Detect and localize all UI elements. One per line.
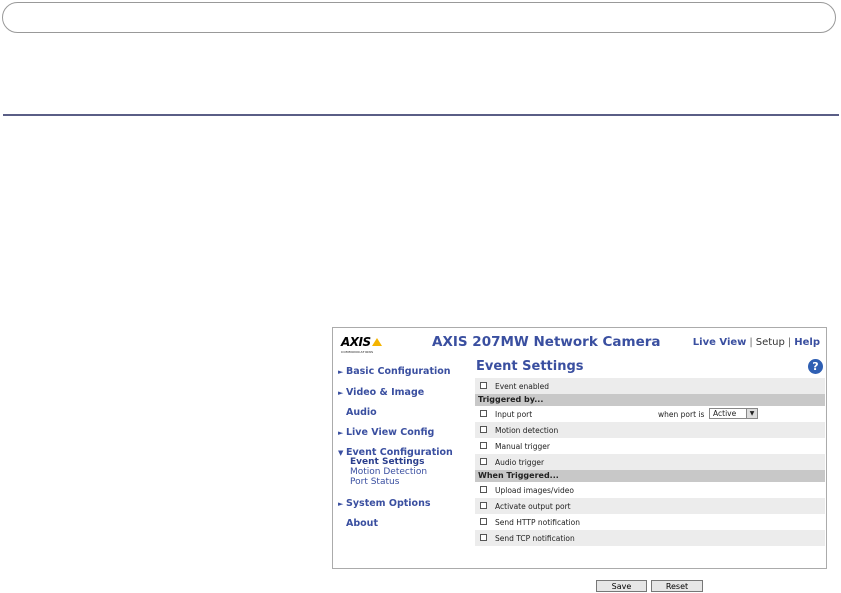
event-settings-panel: Event Settings ? Event enabled Triggered…: [475, 358, 825, 592]
manual-trigger-label: Manual trigger: [495, 442, 550, 451]
nav-label: Live View Config: [346, 427, 435, 438]
input-port-checkbox[interactable]: [480, 410, 487, 417]
when-port-is-label: when port is: [658, 410, 705, 419]
chevron-right-icon: ►: [338, 500, 344, 508]
top-rounded-bar: [2, 2, 836, 33]
live-view-link[interactable]: Live View: [693, 337, 747, 348]
chevron-right-icon: ►: [338, 429, 344, 437]
nav-label: Video & Image: [346, 387, 425, 398]
motion-detection-row: Motion detection: [475, 422, 825, 438]
audio-trigger-checkbox[interactable]: [480, 458, 487, 465]
page-title: Event Settings: [476, 359, 584, 374]
setup-link[interactable]: Setup: [756, 337, 785, 348]
nav-live-view-config[interactable]: ► Live View Config: [338, 427, 434, 438]
camera-header: AXIS COMMUNICATIONS AXIS 207MW Network C…: [333, 328, 826, 358]
upload-label: Upload images/video: [495, 486, 574, 495]
camera-title: AXIS 207MW Network Camera: [432, 334, 661, 350]
event-enabled-row: Event enabled: [475, 378, 825, 394]
nav-video-image[interactable]: ► Video & Image: [338, 387, 424, 398]
event-enabled-checkbox[interactable]: [480, 382, 487, 389]
activate-output-checkbox[interactable]: [480, 502, 487, 509]
link-separator: |: [787, 337, 792, 348]
help-link[interactable]: Help: [794, 337, 820, 348]
send-http-row: Send HTTP notification: [475, 514, 825, 530]
port-state-select[interactable]: Active ▼: [709, 408, 758, 419]
activate-output-label: Activate output port: [495, 502, 571, 511]
nav-label: Audio: [346, 407, 377, 418]
setup-sidebar: ► Basic Configuration ► Video & Image Audi…: [333, 358, 471, 568]
audio-trigger-label: Audio trigger: [495, 458, 545, 467]
port-state-value: Active: [713, 409, 737, 418]
section-label: When Triggered...: [478, 471, 559, 480]
chevron-right-icon: ►: [338, 368, 344, 376]
save-button[interactable]: Save: [596, 580, 647, 592]
send-tcp-row: Send TCP notification: [475, 530, 825, 546]
nav-about[interactable]: About: [346, 518, 378, 529]
audio-trigger-row: Audio trigger: [475, 454, 825, 470]
manual-trigger-row: Manual trigger: [475, 438, 825, 454]
top-links: Live View | Setup | Help: [693, 337, 820, 348]
send-http-checkbox[interactable]: [480, 518, 487, 525]
upload-row: Upload images/video: [475, 482, 825, 498]
help-icon[interactable]: ?: [808, 359, 823, 374]
send-tcp-checkbox[interactable]: [480, 534, 487, 541]
nav-event-settings[interactable]: Event Settings: [350, 457, 424, 467]
upload-checkbox[interactable]: [480, 486, 487, 493]
send-tcp-label: Send TCP notification: [495, 534, 575, 543]
nav-audio[interactable]: Audio: [346, 407, 377, 418]
input-port-row: Input port when port is Active ▼: [475, 406, 825, 422]
send-http-label: Send HTTP notification: [495, 518, 581, 527]
axis-logo: AXIS: [341, 336, 382, 348]
camera-setup-screenshot: AXIS COMMUNICATIONS AXIS 207MW Network C…: [332, 327, 827, 592]
nav-motion-detection[interactable]: Motion Detection: [350, 467, 427, 477]
activate-output-row: Activate output port: [475, 498, 825, 514]
link-separator: |: [749, 337, 753, 348]
chevron-right-icon: ►: [338, 389, 344, 397]
nav-port-status[interactable]: Port Status: [350, 477, 399, 487]
logo-triangle-icon: [371, 338, 382, 346]
when-triggered-header: When Triggered...: [475, 470, 825, 482]
triggered-by-header: Triggered by...: [475, 394, 825, 406]
nav-system-options[interactable]: ► System Options: [338, 498, 431, 509]
chevron-down-icon: ▼: [338, 449, 344, 457]
horizontal-rule: [3, 114, 839, 116]
chevron-down-icon: ▼: [746, 409, 757, 418]
motion-detection-label: Motion detection: [495, 426, 559, 435]
logo-subtext: COMMUNICATIONS: [341, 350, 374, 354]
motion-detection-checkbox[interactable]: [480, 426, 487, 433]
reset-button[interactable]: Reset: [651, 580, 703, 592]
logo-text: AXIS: [341, 335, 371, 349]
section-label: Triggered by...: [478, 395, 544, 404]
input-port-label: Input port: [495, 410, 533, 419]
nav-label: System Options: [346, 498, 431, 509]
nav-basic-configuration[interactable]: ► Basic Configuration: [338, 366, 451, 377]
nav-label: About: [346, 518, 378, 529]
manual-trigger-checkbox[interactable]: [480, 442, 487, 449]
nav-label: Basic Configuration: [346, 366, 451, 377]
event-enabled-label: Event enabled: [495, 382, 550, 391]
